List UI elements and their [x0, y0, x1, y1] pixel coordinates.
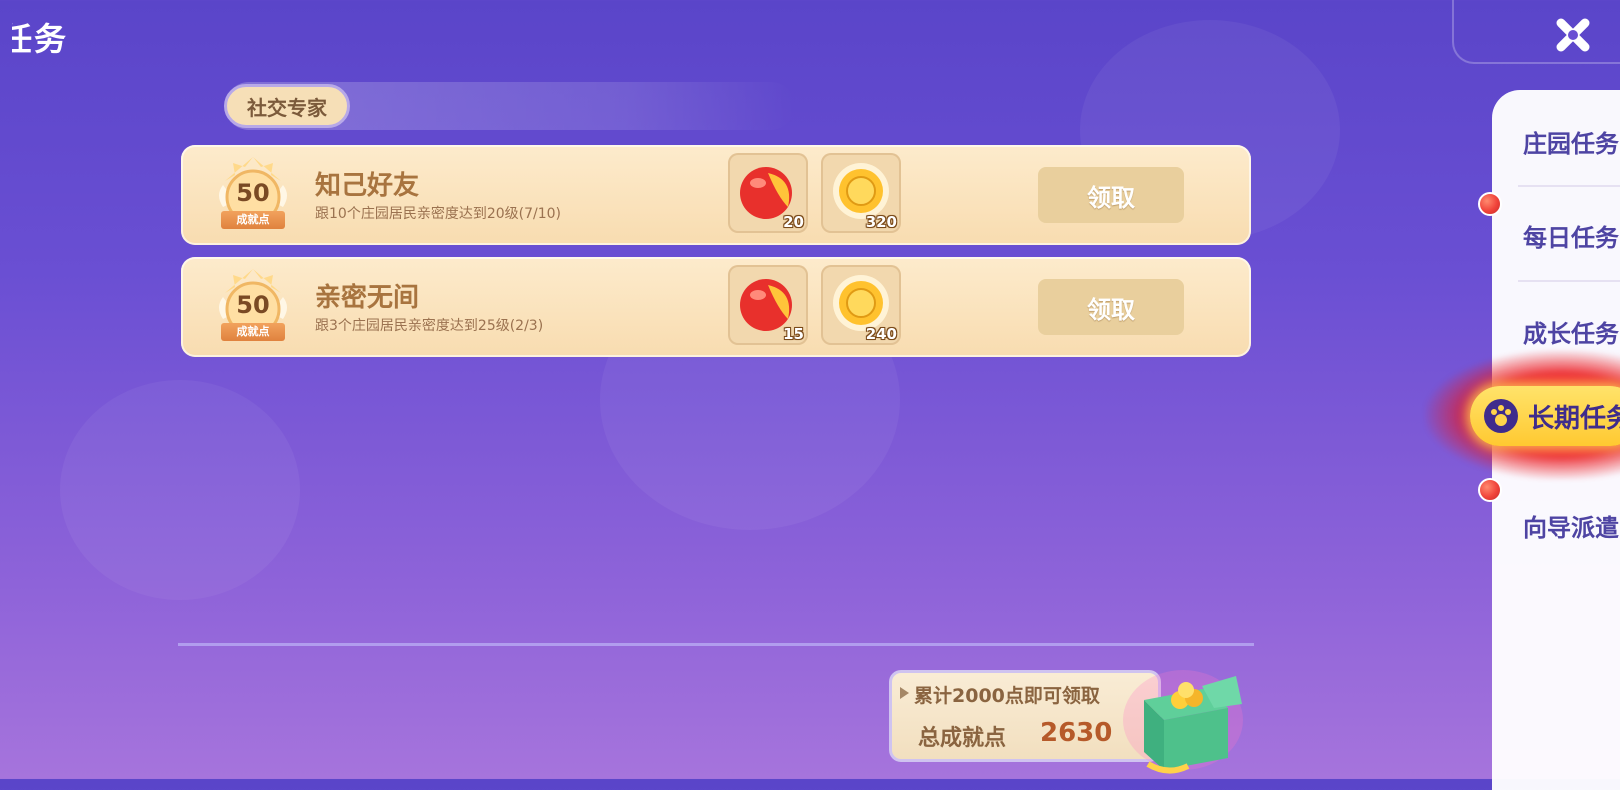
sidebar-item-label: 长期任务: [1528, 403, 1620, 434]
badge-points: 50: [236, 179, 270, 207]
task-description: 跟10个庄园居民亲密度达到20级(7/10): [315, 206, 561, 222]
paw-icon: [1484, 399, 1518, 433]
task-name: 亲密无间: [315, 283, 420, 313]
task-card: 50 成就点 亲密无间 跟3个庄园居民亲密度达到25级(2/3) 15 240 …: [181, 257, 1251, 357]
play-arrow-icon: [900, 687, 909, 699]
reward-slot: 240: [821, 265, 901, 345]
task-card: 50 成就点 知己好友 跟10个庄园居民亲密度达到20级(7/10) 20 32…: [181, 145, 1251, 245]
badge-points: 50: [236, 291, 270, 319]
reward-hint: 累计2000点即可领取: [914, 685, 1100, 707]
reward-count: 20: [783, 213, 804, 231]
achievement-badge: 50 成就点: [213, 267, 293, 351]
sidebar-item-guide[interactable]: 向导派遣: [1523, 508, 1619, 543]
total-points-value: 2630: [1040, 718, 1113, 748]
reward-slot: 320: [821, 153, 901, 233]
total-points-label: 总成就点: [918, 726, 1007, 751]
sidebar-item-manor[interactable]: 庄园任务: [1523, 124, 1619, 159]
close-icon: [1556, 18, 1590, 52]
background-decoration: [60, 380, 300, 600]
sidebar-item-growth[interactable]: 成长任务: [1523, 314, 1619, 349]
claim-button[interactable]: 领取: [1038, 167, 1184, 223]
close-button[interactable]: [1548, 10, 1598, 60]
notification-dot: [1478, 478, 1502, 502]
sidebar-item-longterm[interactable]: 长期任务: [1470, 386, 1620, 446]
achievement-badge: 50 成就点: [213, 155, 293, 239]
reward-count: 15: [783, 325, 804, 343]
reward-count: 240: [865, 325, 897, 343]
sidebar-divider: [1518, 185, 1620, 187]
reward-chest[interactable]: [1118, 660, 1248, 778]
sidebar-divider: [1518, 280, 1620, 282]
task-description: 跟3个庄园居民亲密度达到25级(2/3): [315, 318, 544, 334]
badge-label: 成就点: [221, 323, 285, 341]
gift-box-icon: [1123, 670, 1243, 774]
reward-count: 320: [865, 213, 897, 231]
claim-button[interactable]: 领取: [1038, 279, 1184, 335]
reward-slot: 15: [728, 265, 808, 345]
sidebar-item-daily[interactable]: 每日任务: [1523, 218, 1619, 253]
badge-label: 成就点: [221, 211, 285, 229]
page-title: 任务: [0, 20, 69, 58]
task-name: 知己好友: [315, 171, 420, 201]
category-chip: 社交专家: [224, 84, 350, 128]
notification-dot: [1478, 192, 1502, 216]
reward-slot: 20: [728, 153, 808, 233]
content-divider: [178, 643, 1254, 646]
